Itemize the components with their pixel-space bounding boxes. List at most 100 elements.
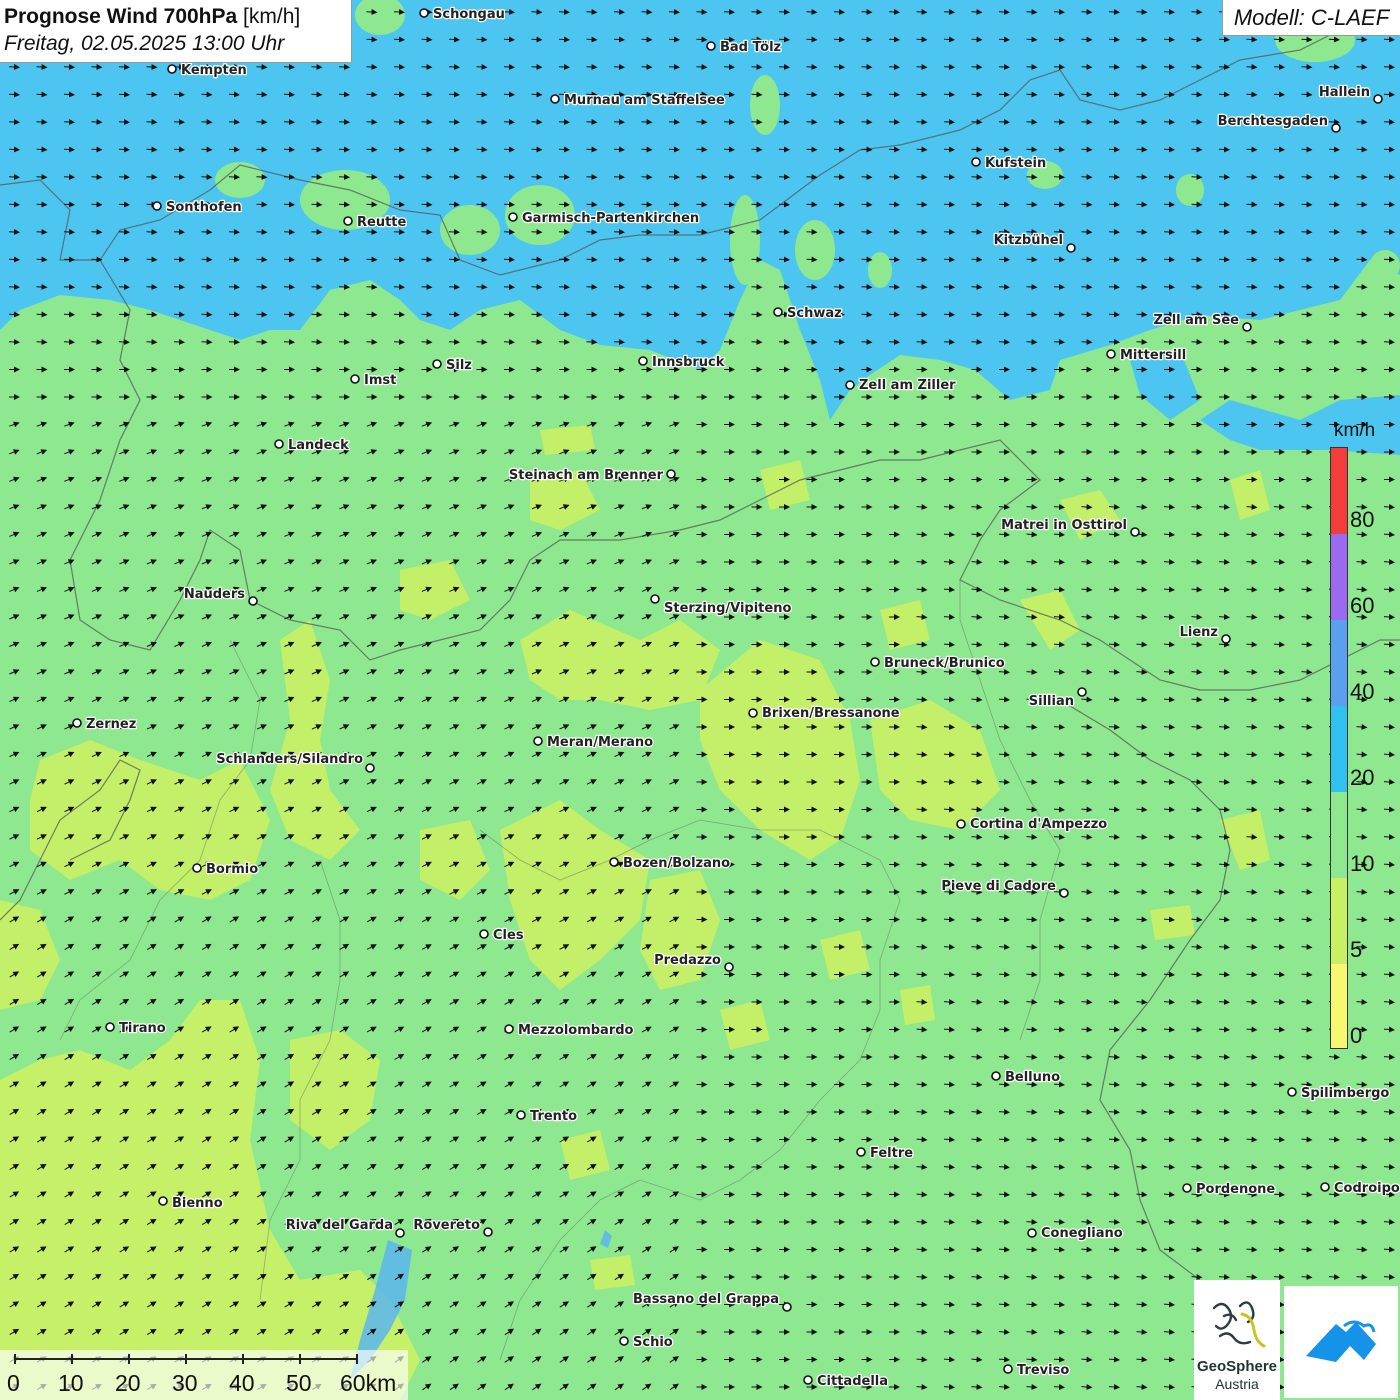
wind-arrow bbox=[1301, 64, 1313, 70]
wind-arrow bbox=[696, 64, 708, 70]
wind-arrow bbox=[256, 64, 268, 70]
wind-arrow bbox=[1026, 284, 1038, 290]
wind-arrow bbox=[311, 64, 323, 70]
wind-arrow bbox=[861, 36, 873, 43]
wind-arrow bbox=[1108, 9, 1120, 15]
wind-arrow bbox=[806, 146, 818, 153]
wind-arrow bbox=[311, 146, 323, 153]
wind-arrow bbox=[366, 284, 378, 290]
wind-arrow bbox=[723, 174, 735, 180]
wind-arrow bbox=[1136, 284, 1148, 290]
wind-arrow bbox=[366, 146, 378, 153]
wind-arrow bbox=[943, 339, 955, 345]
wind-arrow bbox=[751, 91, 763, 98]
city-dot bbox=[782, 1302, 792, 1312]
wind-arrow bbox=[256, 284, 268, 290]
wind-arrow bbox=[1163, 284, 1175, 290]
wind-arrow bbox=[36, 284, 48, 290]
wind-arrow bbox=[613, 174, 625, 180]
wind-arrow bbox=[943, 91, 955, 98]
wind-arrow bbox=[1026, 91, 1038, 98]
city-dot bbox=[619, 1336, 629, 1346]
wind-arrow bbox=[1053, 119, 1065, 125]
mountain-logo-icon bbox=[1306, 1320, 1376, 1362]
city-marker: Bozen/Bolzano bbox=[609, 855, 731, 872]
geosphere-logo[interactable]: GeoSphere Austria bbox=[1194, 1280, 1280, 1400]
wind-arrow bbox=[971, 9, 983, 15]
wind-arrow bbox=[778, 284, 790, 290]
city-label: Murnau am Staffelsee bbox=[564, 93, 725, 108]
wind-map[interactable]: Schongau Bad Tölz Kempten Murnau am Staffel… bbox=[0, 0, 1400, 1400]
legend-segment-80-plus bbox=[1331, 448, 1347, 534]
wind-arrow bbox=[36, 64, 48, 70]
wind-arrow bbox=[998, 146, 1010, 153]
city-dot bbox=[1221, 634, 1231, 644]
wind-arrow bbox=[173, 256, 185, 263]
wind-arrow bbox=[1356, 64, 1368, 70]
wind-arrow bbox=[943, 229, 955, 235]
wind-arrow bbox=[36, 174, 48, 180]
wind-arrow bbox=[1081, 9, 1093, 15]
wind-arrow bbox=[916, 119, 928, 125]
wind-arrow bbox=[916, 9, 928, 15]
wind-arrow bbox=[173, 229, 185, 235]
wind-arrow bbox=[118, 311, 130, 318]
wind-arrow bbox=[118, 119, 130, 125]
wind-arrow bbox=[421, 174, 433, 180]
wind-arrow bbox=[1108, 36, 1120, 43]
wind-arrow bbox=[696, 201, 708, 208]
wind-arrow bbox=[888, 119, 900, 125]
wind-arrow bbox=[888, 229, 900, 235]
city-dot bbox=[483, 1227, 493, 1237]
city-dot bbox=[504, 1024, 514, 1034]
wind-arrow bbox=[1163, 36, 1175, 43]
wind-arrow bbox=[201, 284, 213, 290]
city-marker: Brixen/Bressanone bbox=[748, 705, 901, 722]
wind-arrow bbox=[1191, 174, 1203, 180]
wind-arrow bbox=[91, 339, 103, 345]
city-marker: Steinach am Brenner bbox=[508, 467, 676, 484]
title-box: Prognose Wind 700hPa [km/h] Freitag, 02.… bbox=[0, 0, 352, 63]
partner-logo[interactable] bbox=[1284, 1286, 1398, 1398]
wind-arrow bbox=[393, 9, 405, 15]
wind-arrow bbox=[1273, 229, 1285, 235]
city-label: Matrei in Osttirol bbox=[1001, 518, 1127, 533]
wind-arrow bbox=[1163, 174, 1175, 180]
wind-arrow bbox=[998, 119, 1010, 125]
wind-arrow bbox=[1383, 119, 1395, 125]
city-marker: Conegliano bbox=[1027, 1225, 1124, 1242]
wind-arrow bbox=[91, 256, 103, 263]
wind-arrow bbox=[8, 64, 20, 70]
wind-arrow bbox=[531, 174, 543, 180]
wind-arrow bbox=[448, 339, 460, 345]
wind-arrow bbox=[586, 284, 598, 290]
city-dot bbox=[609, 857, 619, 867]
wind-arrow bbox=[833, 91, 845, 98]
wind-arrow bbox=[971, 36, 983, 43]
city-marker: Bruneck/Brunico bbox=[870, 655, 1006, 672]
wind-arrow bbox=[1026, 201, 1038, 208]
wind-arrow bbox=[1218, 146, 1230, 153]
wind-arrow bbox=[1301, 174, 1313, 180]
wind-arrow bbox=[118, 284, 130, 290]
wind-arrow bbox=[1136, 9, 1148, 15]
wind-arrow bbox=[613, 229, 625, 235]
wind-arrow bbox=[916, 201, 928, 208]
wind-arrow bbox=[1273, 339, 1285, 345]
wind-arrow bbox=[228, 311, 240, 318]
wind-arrow bbox=[311, 174, 323, 180]
wind-arrow bbox=[91, 119, 103, 125]
wind-arrow bbox=[778, 339, 790, 345]
scale-label-10: 10 bbox=[58, 1370, 84, 1396]
wind-arrow bbox=[118, 201, 130, 208]
wind-arrow bbox=[1026, 64, 1038, 70]
wind-arrow bbox=[861, 91, 873, 98]
city-label: Schlanders/Silandro bbox=[216, 752, 363, 767]
wind-arrow bbox=[613, 119, 625, 125]
wind-arrow bbox=[36, 256, 48, 263]
city-dot bbox=[419, 8, 429, 18]
wind-arrow bbox=[668, 201, 680, 208]
wind-arrow bbox=[558, 36, 570, 43]
city-label: Cles bbox=[493, 928, 524, 943]
wind-arrow bbox=[723, 284, 735, 290]
